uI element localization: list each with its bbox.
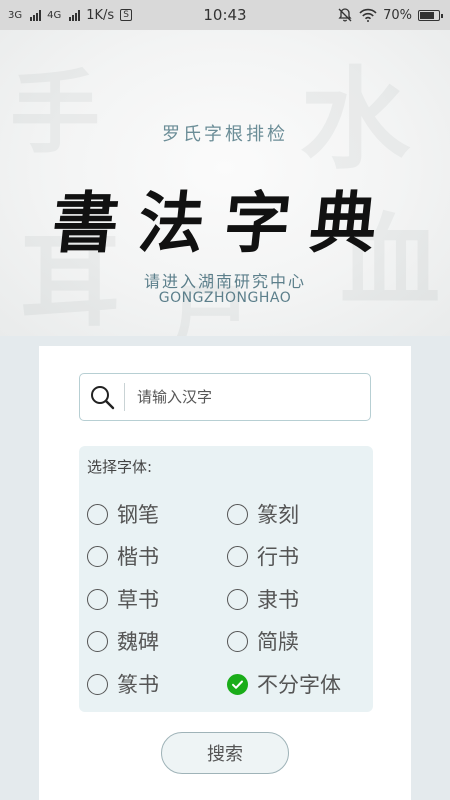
font-select-panel: 选择字体: 钢笔 篆刻 楷书 行书 草书 隶书 魏碑 简牍 篆书 不分字体 — [79, 446, 373, 712]
speed-s-icon: S — [120, 9, 132, 21]
notifications-off-icon — [338, 8, 352, 22]
font-option-label: 楷书 — [117, 545, 159, 569]
font-option-label: 魏碑 — [117, 630, 159, 654]
status-right: 70% — [337, 7, 443, 23]
background-calligraphy-decoration: ⽔ — [300, 55, 410, 184]
radio-unchecked-icon[interactable] — [87, 673, 108, 695]
radio-unchecked-icon[interactable] — [87, 630, 108, 652]
enter-research-center-text: 请进入湖南研究中心 — [143, 272, 306, 291]
radio-unchecked-icon[interactable] — [87, 545, 108, 567]
radio-unchecked-icon[interactable] — [87, 503, 108, 525]
battery-icon — [418, 9, 443, 21]
font-option-regular-script[interactable]: 楷书 — [87, 541, 159, 571]
search-divider — [124, 383, 125, 411]
font-option-label: 不分字体 — [257, 673, 341, 697]
font-option-label: 行书 — [257, 545, 299, 569]
radio-unchecked-icon[interactable] — [87, 588, 108, 610]
radio-unchecked-icon[interactable] — [227, 588, 248, 610]
search-card: 选择字体: 钢笔 篆刻 楷书 行书 草书 隶书 魏碑 — [39, 346, 411, 800]
banner-subtitle: 罗氏字根排检 — [162, 124, 288, 145]
status-left: 3G 4G 1K/s S — [8, 8, 132, 23]
search-button[interactable]: 搜索 — [161, 732, 289, 774]
radio-unchecked-icon[interactable] — [227, 503, 248, 525]
network-3g-label: 3G — [8, 9, 23, 21]
font-option-label: 草书 — [117, 588, 159, 612]
radio-unchecked-icon[interactable] — [227, 545, 248, 567]
background-calligraphy-decoration: ⼿ — [10, 60, 100, 166]
romanized-text: GONGZHONGHAO — [158, 290, 292, 306]
font-option-pen[interactable]: 钢笔 — [87, 499, 159, 529]
status-bar: 3G 4G 1K/s S 10:43 70% — [0, 0, 450, 30]
font-option-label: 篆书 — [117, 673, 159, 697]
checkmark-icon[interactable] — [227, 673, 248, 695]
battery-percent: 70% — [383, 7, 412, 23]
font-option-label: 钢笔 — [117, 503, 159, 527]
network-speed: 1K/s — [86, 7, 115, 23]
search-box[interactable] — [79, 373, 371, 421]
font-option-seal-carving[interactable]: 篆刻 — [227, 499, 299, 529]
font-option-seal-script[interactable]: 篆书 — [87, 669, 159, 699]
font-option-running-script[interactable]: 行书 — [227, 541, 299, 571]
font-option-clerical[interactable]: 隶书 — [227, 584, 299, 614]
font-option-label: 篆刻 — [257, 503, 299, 527]
radio-unchecked-icon[interactable] — [227, 630, 248, 652]
font-option-label: 简牍 — [257, 630, 299, 654]
font-option-label: 隶书 — [257, 588, 299, 612]
font-option-wei-stele[interactable]: 魏碑 — [87, 626, 159, 656]
banner: ⼿ ⽔ ⾎ ⽿ ⼾ 罗氏字根排检 書法字典 请进入湖南研究中心 GONGZHON… — [0, 30, 450, 336]
signal-icon — [30, 9, 42, 21]
network-4g-label: 4G — [47, 9, 62, 21]
wifi-icon — [359, 8, 377, 22]
signal-icon — [69, 9, 81, 21]
font-option-all-fonts[interactable]: 不分字体 — [227, 669, 341, 699]
font-option-bamboo-slips[interactable]: 简牍 — [227, 626, 299, 656]
font-select-label: 选择字体: — [87, 458, 153, 476]
calligraphy-title: 書法字典 — [48, 184, 401, 262]
font-option-cursive[interactable]: 草书 — [87, 584, 159, 614]
search-icon — [80, 373, 124, 421]
search-input[interactable] — [137, 377, 370, 417]
